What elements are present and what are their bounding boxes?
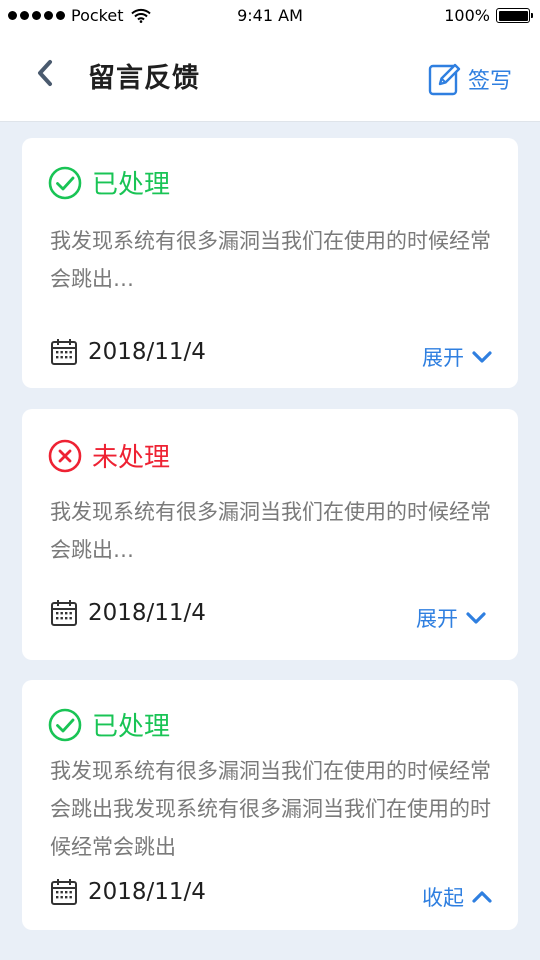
calendar-icon: [51, 339, 77, 365]
x-circle-icon: [48, 439, 82, 472]
date-text: 2018/11/4: [88, 339, 206, 365]
battery-percent: 100%: [444, 6, 490, 25]
message-text: 我发现系统有很多漏洞当我们在使用的时候经常会跳出…: [50, 229, 491, 291]
status-row: 已处理: [48, 706, 170, 743]
chevron-down-icon: [472, 351, 492, 363]
date-row: 2018/11/4: [50, 878, 206, 906]
date-text: 2018/11/4: [88, 600, 206, 626]
battery-icon: [496, 8, 533, 23]
chevron-down-icon: [466, 612, 486, 624]
check-circle-icon: [48, 708, 82, 741]
toggle-label: 展开: [422, 346, 464, 370]
toggle-label: 展开: [416, 607, 458, 631]
write-label: 签写: [467, 69, 512, 94]
date-row: 2018/11/4: [50, 338, 206, 366]
status-label: 未处理: [92, 443, 171, 473]
message-text: 我发现系统有很多漏洞当我们在使用的时候经常会跳出…: [50, 500, 491, 562]
message-text: 我发现系统有很多漏洞当我们在使用的时候经常会跳出我发现系统有很多漏洞当我们在使用…: [50, 759, 491, 859]
toggle-label: 收起: [422, 886, 464, 910]
date-row: 2018/11/4: [50, 599, 206, 627]
feedback-card: 已处理 我发现系统有很多漏洞当我们在使用的时候经常会跳出… 2018/11/4 …: [22, 138, 518, 388]
back-button[interactable]: [30, 56, 60, 90]
battery-fill: [498, 10, 528, 21]
feedback-card: 未处理 我发现系统有很多漏洞当我们在使用的时候经常会跳出… 2018/11/4 …: [22, 409, 518, 660]
chevron-up-icon: [472, 891, 492, 903]
check-circle-icon: [48, 166, 82, 199]
expand-button[interactable]: 展开: [416, 603, 486, 633]
expand-button[interactable]: 展开: [422, 342, 492, 372]
status-label: 已处理: [92, 712, 171, 742]
collapse-button[interactable]: 收起: [422, 882, 492, 912]
status-right: 100%: [444, 6, 533, 25]
calendar-icon: [51, 600, 77, 626]
calendar-icon: [51, 879, 77, 905]
status-label: 已处理: [92, 170, 171, 200]
status-bar: Pocket 9:41 AM 100%: [0, 0, 540, 34]
feedback-card: 已处理 我发现系统有很多漏洞当我们在使用的时候经常会跳出我发现系统有很多漏洞当我…: [22, 680, 518, 930]
write-button[interactable]: 签写: [428, 62, 512, 96]
nav-bar: 留言反馈 签写: [0, 34, 540, 122]
status-row: 未处理: [48, 437, 170, 474]
page-title: 留言反馈: [88, 63, 200, 94]
status-row: 已处理: [48, 164, 170, 201]
chevron-left-icon: [38, 60, 52, 86]
edit-icon: [428, 63, 461, 96]
date-text: 2018/11/4: [88, 879, 206, 905]
